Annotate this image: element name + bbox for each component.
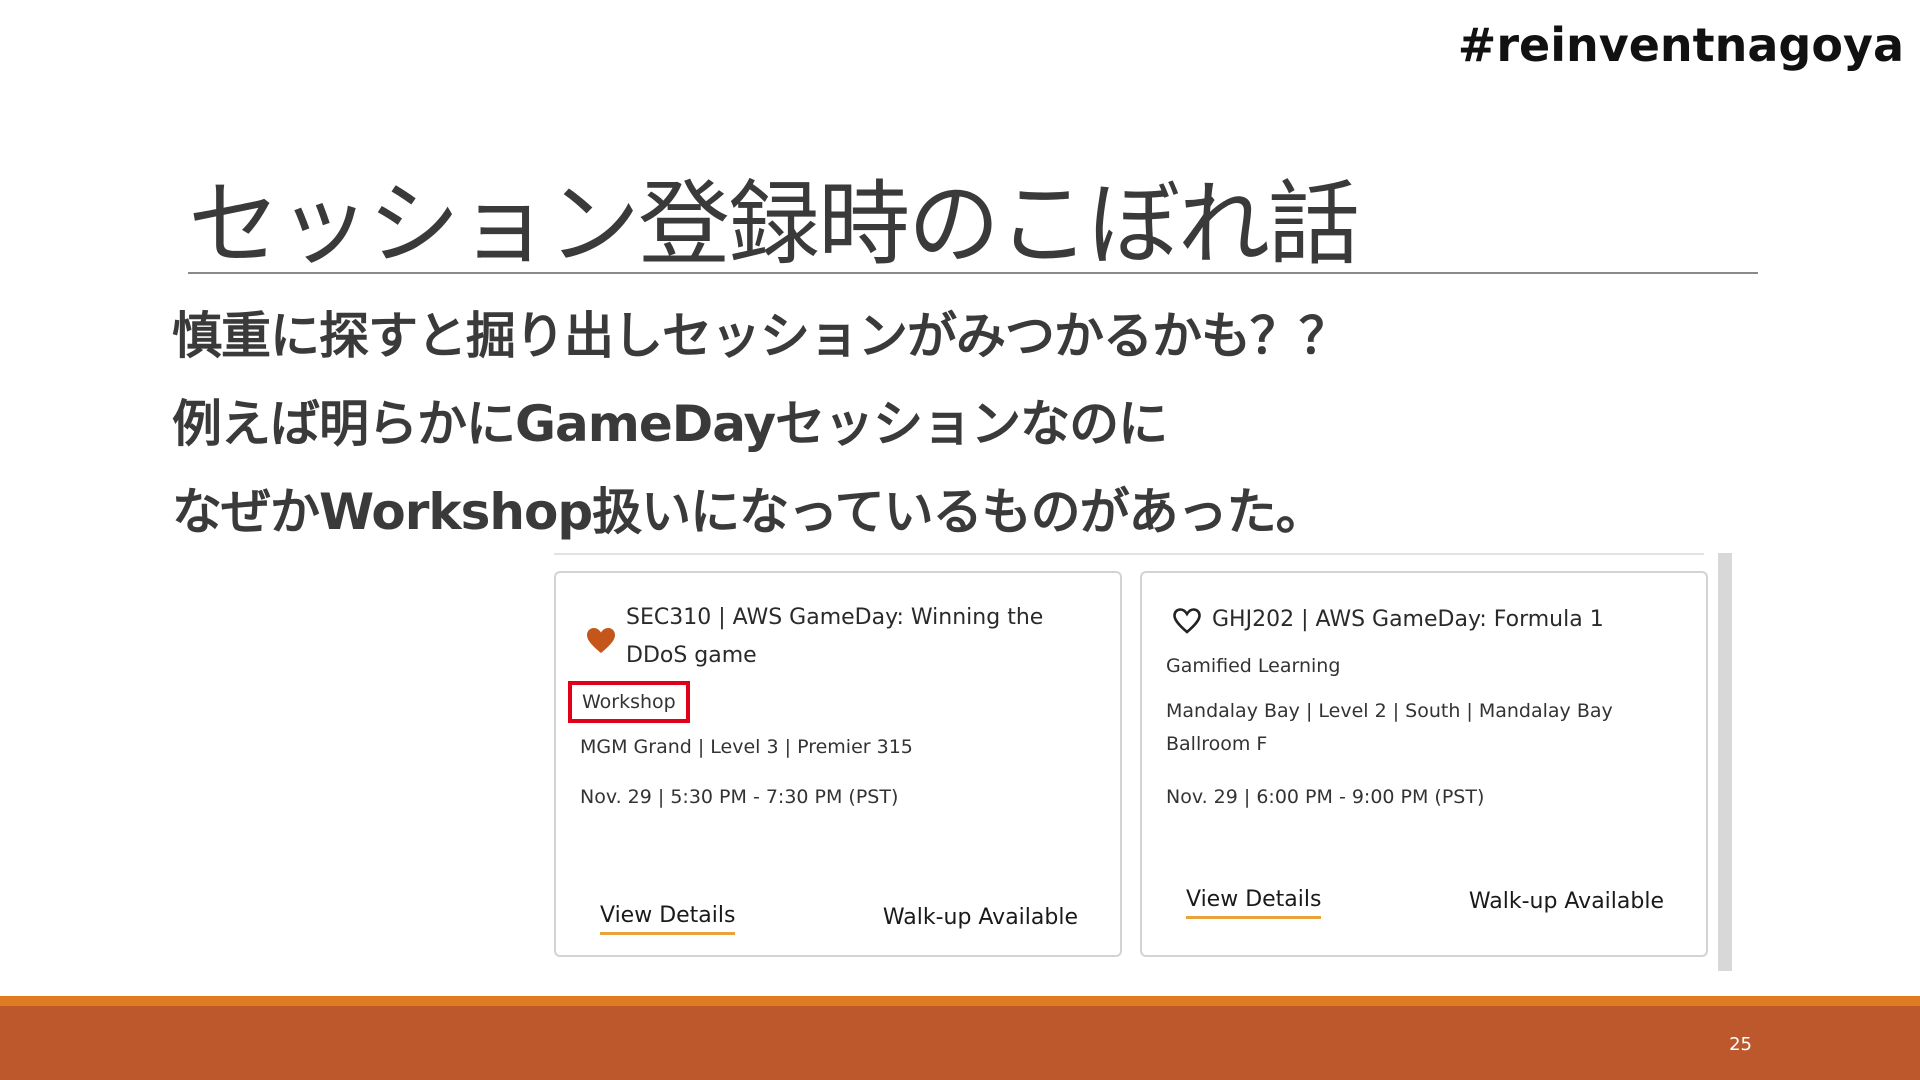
page-number: 25 [1729,1034,1752,1055]
session-location: Mandalay Bay | Level 2 | South | Mandala… [1166,700,1613,755]
heart-filled-icon[interactable] [586,627,616,655]
session-type-label: Gamified Learning [1166,655,1341,677]
session-type-badge: Workshop [568,681,690,723]
hashtag: #reinventnagoya [1457,18,1904,72]
body-line-3: なぜかWorkshop扱いになっているものがあった。 [172,483,1326,541]
list-divider [554,553,1704,555]
footer-bar: 25 [0,996,1920,1080]
slide-title: セッション登録時のこぼれ話 [188,171,1360,278]
title-divider [188,272,1758,274]
session-datetime: Nov. 29 | 6:00 PM - 9:00 PM (PST) [1166,786,1485,808]
body-line-2: 例えば明らかにGameDayセッションなのに [172,395,1168,453]
heart-outline-icon[interactable] [1172,607,1202,635]
session-title: GHJ202 | AWS GameDay: Formula 1 [1212,607,1604,632]
body-line-1: 慎重に探すと掘り出しセッションがみつかるかも？？ [172,307,1349,365]
session-datetime: Nov. 29 | 5:30 PM - 7:30 PM (PST) [580,786,899,808]
availability-status: Walk-up Available [1468,889,1664,914]
session-list-screenshot: SEC310 | AWS GameDay: Winning the DDoS g… [548,553,1732,971]
scrollbar[interactable] [1718,553,1732,971]
view-details-link[interactable]: View Details [600,903,736,935]
session-title: SEC310 | AWS GameDay: Winning the DDoS g… [626,605,1044,668]
session-card: SEC310 | AWS GameDay: Winning the DDoS g… [554,571,1122,957]
session-card: GHJ202 | AWS GameDay: Formula 1 Gamified… [1140,571,1708,957]
session-location: MGM Grand | Level 3 | Premier 315 [580,736,913,758]
availability-status: Walk-up Available [882,905,1078,930]
footer-accent-stripe [0,996,1920,1006]
slide: #reinventnagoya セッション登録時のこぼれ話 慎重に探すと掘り出し… [0,0,1920,1080]
view-details-link[interactable]: View Details [1186,887,1322,919]
